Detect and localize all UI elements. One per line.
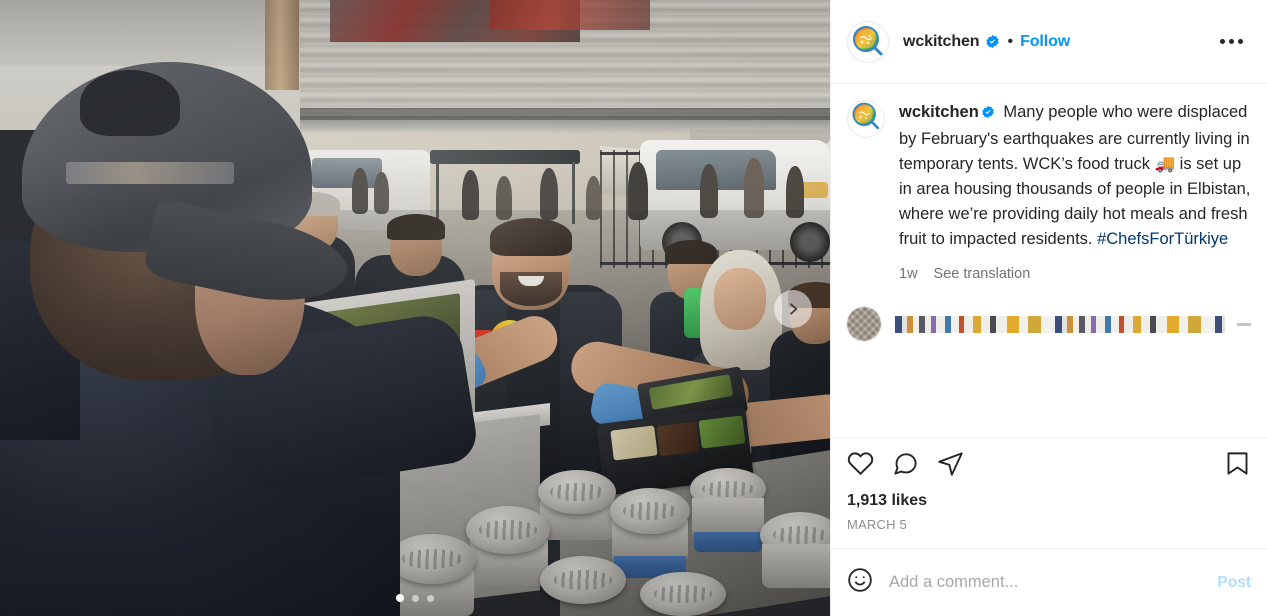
truck-emoji-icon: 🚚 bbox=[1154, 155, 1176, 173]
follow-button[interactable]: Follow bbox=[1020, 33, 1070, 51]
photo-food-salad bbox=[698, 415, 746, 449]
action-bar bbox=[831, 437, 1267, 486]
photo-cup-side bbox=[762, 544, 830, 588]
comment-row-censored bbox=[831, 299, 1267, 353]
more-options-icon bbox=[1238, 39, 1243, 44]
heart-icon bbox=[847, 450, 874, 482]
emoji-smiley-icon bbox=[847, 567, 873, 598]
header-identity: wckitchen • Follow bbox=[903, 33, 1212, 51]
post-sidebar: wckitchen • Follow wckitchen Many people… bbox=[830, 0, 1267, 616]
header-separator: • bbox=[1007, 32, 1014, 50]
caption-hashtag[interactable]: #ChefsForTürkiye bbox=[1097, 230, 1228, 248]
verified-badge-icon bbox=[985, 34, 1000, 49]
share-button[interactable] bbox=[937, 450, 964, 482]
post-date: MARCH 5 bbox=[847, 517, 907, 532]
photo-food-meat bbox=[656, 421, 700, 457]
post-photo: POL bbox=[0, 0, 830, 616]
avatar[interactable] bbox=[847, 20, 889, 63]
comment-input[interactable] bbox=[889, 573, 1206, 592]
photo-signage-2 bbox=[490, 0, 650, 30]
photo-suv-light bbox=[800, 182, 828, 198]
caption-meta: 1w See translation bbox=[899, 262, 1251, 287]
photo-server-hair bbox=[490, 218, 572, 256]
post-header: wckitchen • Follow bbox=[831, 0, 1267, 84]
more-options-icon bbox=[1220, 39, 1225, 44]
photo-cap-panel bbox=[80, 70, 180, 136]
post-comments-area: wckitchen Many people who were displaced… bbox=[831, 84, 1267, 437]
carousel-dots[interactable] bbox=[0, 594, 830, 602]
like-button[interactable] bbox=[847, 450, 874, 482]
chevron-right-icon bbox=[785, 301, 801, 317]
comment-like-icon[interactable] bbox=[1237, 322, 1251, 326]
caption-row: wckitchen Many people who were displaced… bbox=[831, 84, 1267, 287]
more-options-button[interactable] bbox=[1212, 31, 1251, 52]
carousel-dot-2[interactable] bbox=[412, 594, 419, 602]
bookmark-icon bbox=[1224, 450, 1251, 482]
verified-badge-icon bbox=[981, 102, 995, 127]
add-comment-bar: Post bbox=[831, 548, 1267, 616]
more-options-icon bbox=[1229, 39, 1234, 44]
caption-text: wckitchen Many people who were displaced… bbox=[899, 100, 1251, 287]
save-button[interactable] bbox=[1224, 450, 1251, 482]
blurred-comment-text bbox=[895, 315, 1225, 333]
post-comment-button[interactable]: Post bbox=[1205, 574, 1251, 592]
caption-avatar[interactable] bbox=[847, 100, 885, 138]
photo-cup-blue-band bbox=[694, 532, 762, 552]
instagram-post: POL bbox=[0, 0, 1267, 616]
comment-bubble-icon bbox=[892, 450, 919, 482]
photo-food-rice bbox=[610, 425, 658, 461]
emoji-picker-button[interactable] bbox=[847, 567, 873, 598]
photo-yogurt-cup bbox=[388, 534, 476, 584]
carousel-dot-1[interactable] bbox=[396, 594, 404, 602]
photo-crowd-person bbox=[352, 168, 368, 214]
username[interactable]: wckitchen bbox=[903, 33, 980, 51]
carousel-dot-3[interactable] bbox=[427, 594, 434, 602]
see-translation-button[interactable]: See translation bbox=[934, 262, 1031, 287]
post-media[interactable]: POL bbox=[0, 0, 830, 616]
like-count[interactable]: 1,913 likes bbox=[831, 486, 1267, 510]
photo-volunteer-mid-hair bbox=[387, 214, 445, 240]
photo-shutter-shadow bbox=[300, 108, 830, 134]
photo-boy-hair bbox=[665, 240, 717, 264]
photo-yogurt-cup bbox=[610, 488, 690, 534]
wck-logo-avatar-icon bbox=[848, 22, 888, 62]
share-paper-plane-icon bbox=[937, 450, 964, 482]
comment-button[interactable] bbox=[892, 450, 919, 482]
photo-support-beam bbox=[265, 0, 299, 90]
photo-cap-strap bbox=[66, 162, 234, 184]
photo-crowd-person bbox=[374, 172, 389, 214]
caption-username[interactable]: wckitchen bbox=[899, 103, 979, 121]
post-timestamp: 1w bbox=[899, 266, 918, 282]
photo-yogurt-cup bbox=[538, 470, 616, 514]
carousel-next-button[interactable] bbox=[774, 290, 812, 328]
photo-yogurt-cup bbox=[466, 506, 550, 554]
photo-crowd-person bbox=[744, 158, 764, 218]
photo-canopy bbox=[430, 150, 580, 164]
photo-girl-face bbox=[714, 268, 766, 330]
wck-logo-avatar-icon bbox=[848, 101, 884, 137]
photo-van-window bbox=[312, 158, 382, 188]
blurred-avatar[interactable] bbox=[847, 307, 881, 341]
